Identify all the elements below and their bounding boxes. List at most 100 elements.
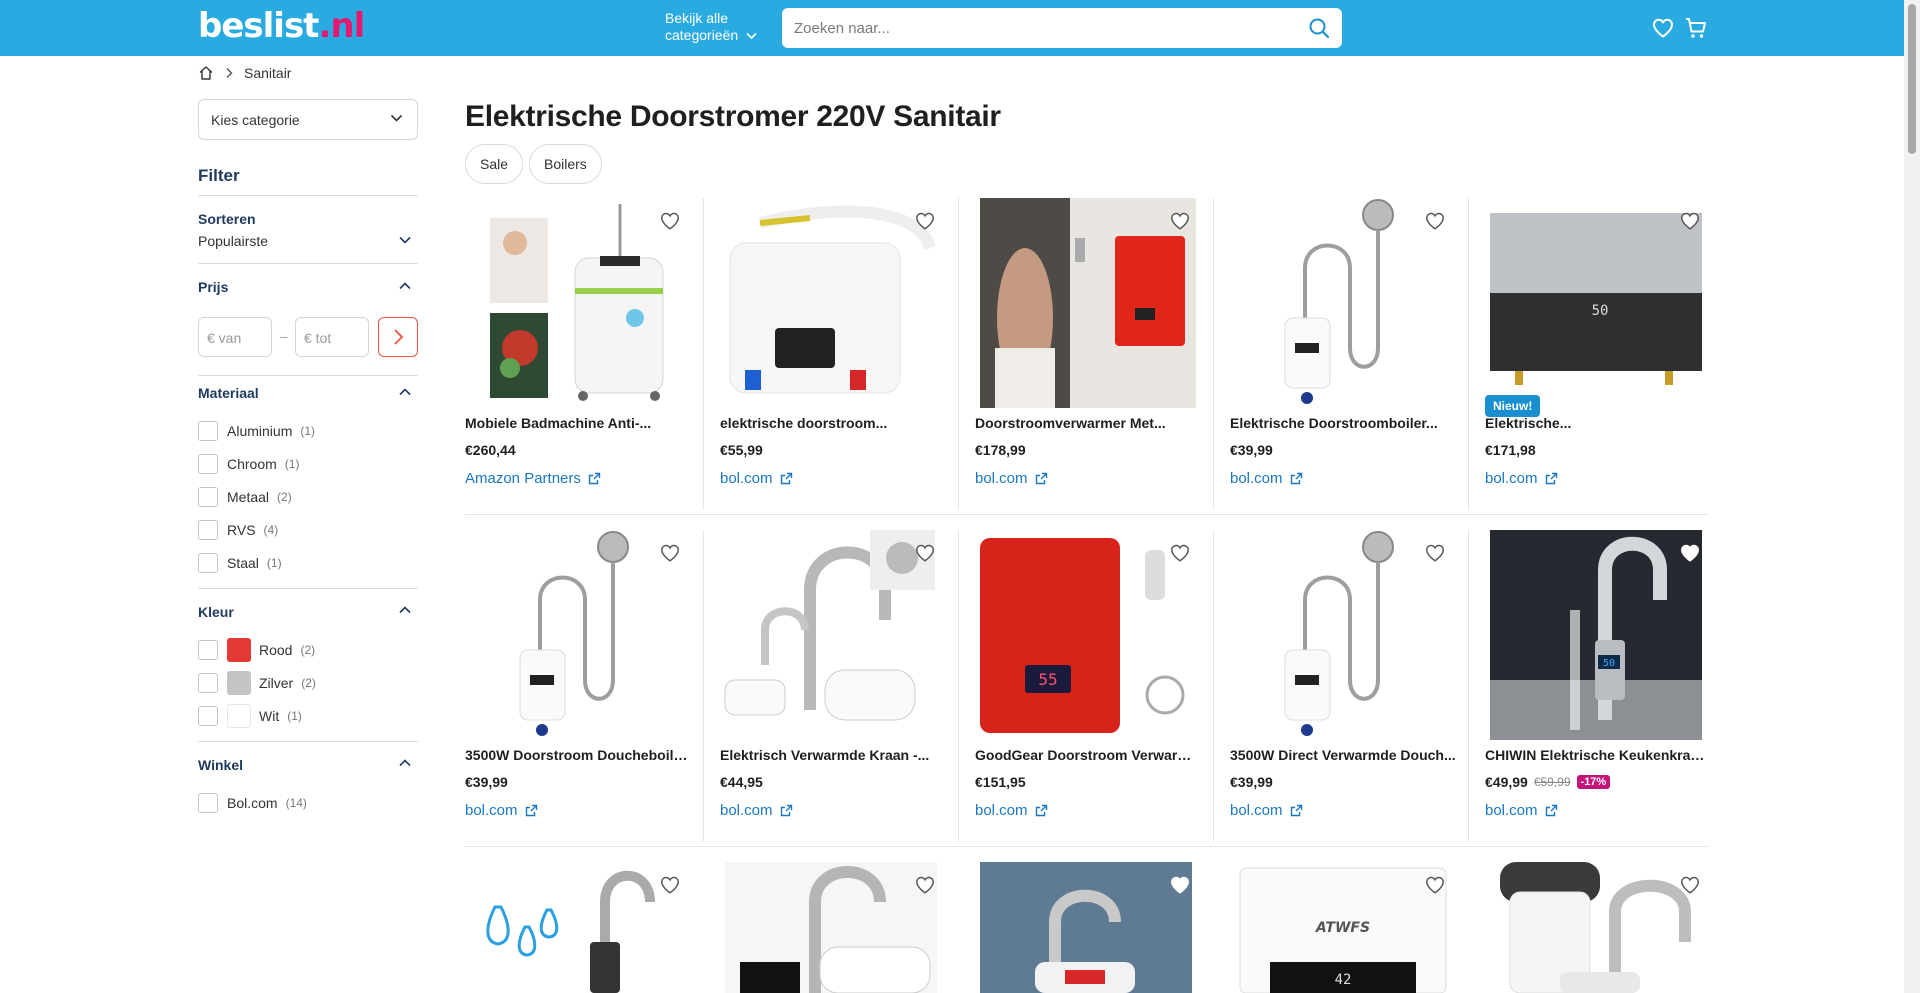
product-card[interactable]: 50 Nieuw! Elektrische... €171,98 bol.com — [1485, 198, 1711, 510]
product-name[interactable]: Mobiele Badmachine Anti-... — [465, 415, 691, 431]
product-image[interactable] — [720, 862, 946, 993]
chevron-up-icon[interactable] — [398, 385, 412, 399]
product-name[interactable]: CHIWIN Elektrische Keukenkraan... — [1485, 747, 1711, 763]
product-image[interactable] — [465, 530, 691, 740]
heart-icon[interactable] — [1424, 542, 1446, 564]
heart-icon[interactable] — [1424, 874, 1446, 896]
scrollbar-thumb[interactable] — [1908, 4, 1916, 154]
breadcrumb-current[interactable]: Sanitair — [244, 65, 291, 81]
product-card[interactable] — [975, 862, 1201, 993]
product-card[interactable]: 55 GoodGear Doorstroom Verwarm... €151,9… — [975, 530, 1201, 842]
filter-option-zilver[interactable]: Zilver (2) — [198, 671, 316, 695]
product-name[interactable]: Doorstroomverwarmer Met... — [975, 415, 1201, 431]
product-image[interactable] — [1485, 862, 1711, 993]
filter-option-rood[interactable]: Rood (2) — [198, 638, 315, 662]
product-image[interactable] — [720, 198, 946, 408]
checkbox[interactable] — [198, 454, 218, 474]
shopping-cart-icon[interactable] — [1684, 16, 1708, 40]
product-name[interactable]: elektrische doorstroom... — [720, 415, 946, 431]
product-image[interactable] — [465, 198, 691, 408]
home-icon[interactable] — [198, 65, 214, 81]
shop-link[interactable]: bol.com — [720, 470, 793, 487]
search-input[interactable] — [794, 16, 1294, 40]
product-name[interactable]: Elektrische Doorstroomboiler... — [1230, 415, 1456, 431]
checkbox[interactable] — [198, 673, 218, 693]
product-card[interactable] — [1485, 862, 1711, 993]
all-categories-button[interactable]: Bekijk alle categorieën — [665, 10, 757, 44]
product-image[interactable] — [465, 862, 691, 993]
product-image[interactable]: 55 — [975, 530, 1201, 740]
heart-icon[interactable] — [914, 542, 936, 564]
checkbox[interactable] — [198, 421, 218, 441]
shop-link[interactable]: bol.com — [720, 802, 793, 819]
sort-value[interactable]: Populairste — [198, 233, 268, 249]
product-image[interactable] — [1230, 530, 1456, 740]
chip-sale[interactable]: Sale — [465, 144, 524, 184]
shop-link[interactable]: Amazon Partners — [465, 470, 601, 487]
product-image[interactable] — [975, 198, 1201, 408]
heart-icon[interactable] — [1424, 210, 1446, 232]
checkbox[interactable] — [198, 487, 218, 507]
product-name[interactable]: Elektrisch Verwarmde Kraan -... — [720, 747, 946, 763]
heart-icon[interactable] — [1169, 874, 1191, 896]
shop-link[interactable]: bol.com — [975, 802, 1048, 819]
product-name[interactable]: GoodGear Doorstroom Verwarm... — [975, 747, 1201, 763]
chevron-up-icon[interactable] — [398, 279, 412, 293]
heart-icon[interactable] — [659, 210, 681, 232]
checkbox[interactable] — [198, 706, 218, 726]
product-name[interactable]: Elektrische... — [1485, 415, 1711, 431]
product-name[interactable]: 3500W Direct Verwarmde Douch... — [1230, 747, 1456, 763]
product-image[interactable]: ATWFS 42 — [1230, 862, 1456, 993]
product-image[interactable] — [1230, 198, 1456, 408]
product-card[interactable] — [720, 862, 946, 993]
filter-option-metaal[interactable]: Metaal (2) — [198, 486, 292, 508]
product-card[interactable]: ATWFS 42 — [1230, 862, 1456, 993]
price-from-input[interactable]: € van — [198, 317, 272, 357]
heart-icon[interactable] — [1169, 542, 1191, 564]
heart-icon[interactable] — [659, 542, 681, 564]
filter-option-rvs[interactable]: RVS (4) — [198, 519, 278, 541]
search-icon[interactable] — [1308, 17, 1330, 39]
heart-icon[interactable] — [659, 874, 681, 896]
checkbox[interactable] — [198, 520, 218, 540]
price-to-input[interactable]: € tot — [295, 317, 369, 357]
filter-option-bolcom[interactable]: Bol.com (14) — [198, 792, 307, 814]
category-select[interactable]: Kies categorie — [198, 99, 418, 140]
price-apply-button[interactable] — [378, 317, 418, 357]
product-card[interactable]: 3500W Doorstroom Doucheboile... €39,99 b… — [465, 530, 691, 842]
heart-icon[interactable] — [1679, 210, 1701, 232]
heart-icon[interactable] — [1679, 874, 1701, 896]
shop-link[interactable]: bol.com — [1230, 802, 1303, 819]
shop-link[interactable]: bol.com — [1485, 470, 1558, 487]
heart-icon[interactable] — [1679, 542, 1701, 564]
filter-option-chroom[interactable]: Chroom (1) — [198, 453, 299, 475]
heart-icon[interactable] — [1651, 16, 1675, 40]
chevron-up-icon[interactable] — [398, 756, 412, 770]
beslist-logo[interactable]: beslist. nl — [198, 6, 365, 50]
page-scrollbar[interactable] — [1904, 0, 1920, 993]
checkbox[interactable] — [198, 793, 218, 813]
product-image[interactable]: 50 — [1485, 530, 1711, 740]
product-name[interactable]: 3500W Doorstroom Doucheboile... — [465, 747, 691, 763]
heart-icon[interactable] — [1169, 210, 1191, 232]
product-image[interactable] — [975, 862, 1201, 993]
chevron-down-icon[interactable] — [398, 233, 412, 247]
chip-boilers[interactable]: Boilers — [529, 144, 602, 184]
shop-link[interactable]: bol.com — [1485, 802, 1558, 819]
product-card[interactable]: 50 CHIWIN Elektrische Keukenkraan... €49… — [1485, 530, 1711, 842]
product-card[interactable]: Mobiele Badmachine Anti-... €260,44 Amaz… — [465, 198, 691, 510]
product-card[interactable] — [465, 862, 691, 993]
product-card[interactable]: Doorstroomverwarmer Met... €178,99 bol.c… — [975, 198, 1201, 510]
product-card[interactable]: 3500W Direct Verwarmde Douch... €39,99 b… — [1230, 530, 1456, 842]
checkbox[interactable] — [198, 553, 218, 573]
heart-icon[interactable] — [914, 874, 936, 896]
shop-link[interactable]: bol.com — [975, 470, 1048, 487]
filter-option-aluminium[interactable]: Aluminium (1) — [198, 420, 315, 442]
product-image[interactable] — [720, 530, 946, 740]
product-card[interactable]: Elektrisch Verwarmde Kraan -... €44,95 b… — [720, 530, 946, 842]
shop-link[interactable]: bol.com — [465, 802, 538, 819]
product-card[interactable]: elektrische doorstroom... €55,99 bol.com — [720, 198, 946, 510]
filter-option-wit[interactable]: Wit (1) — [198, 704, 302, 728]
checkbox[interactable] — [198, 640, 218, 660]
chevron-up-icon[interactable] — [398, 603, 412, 617]
